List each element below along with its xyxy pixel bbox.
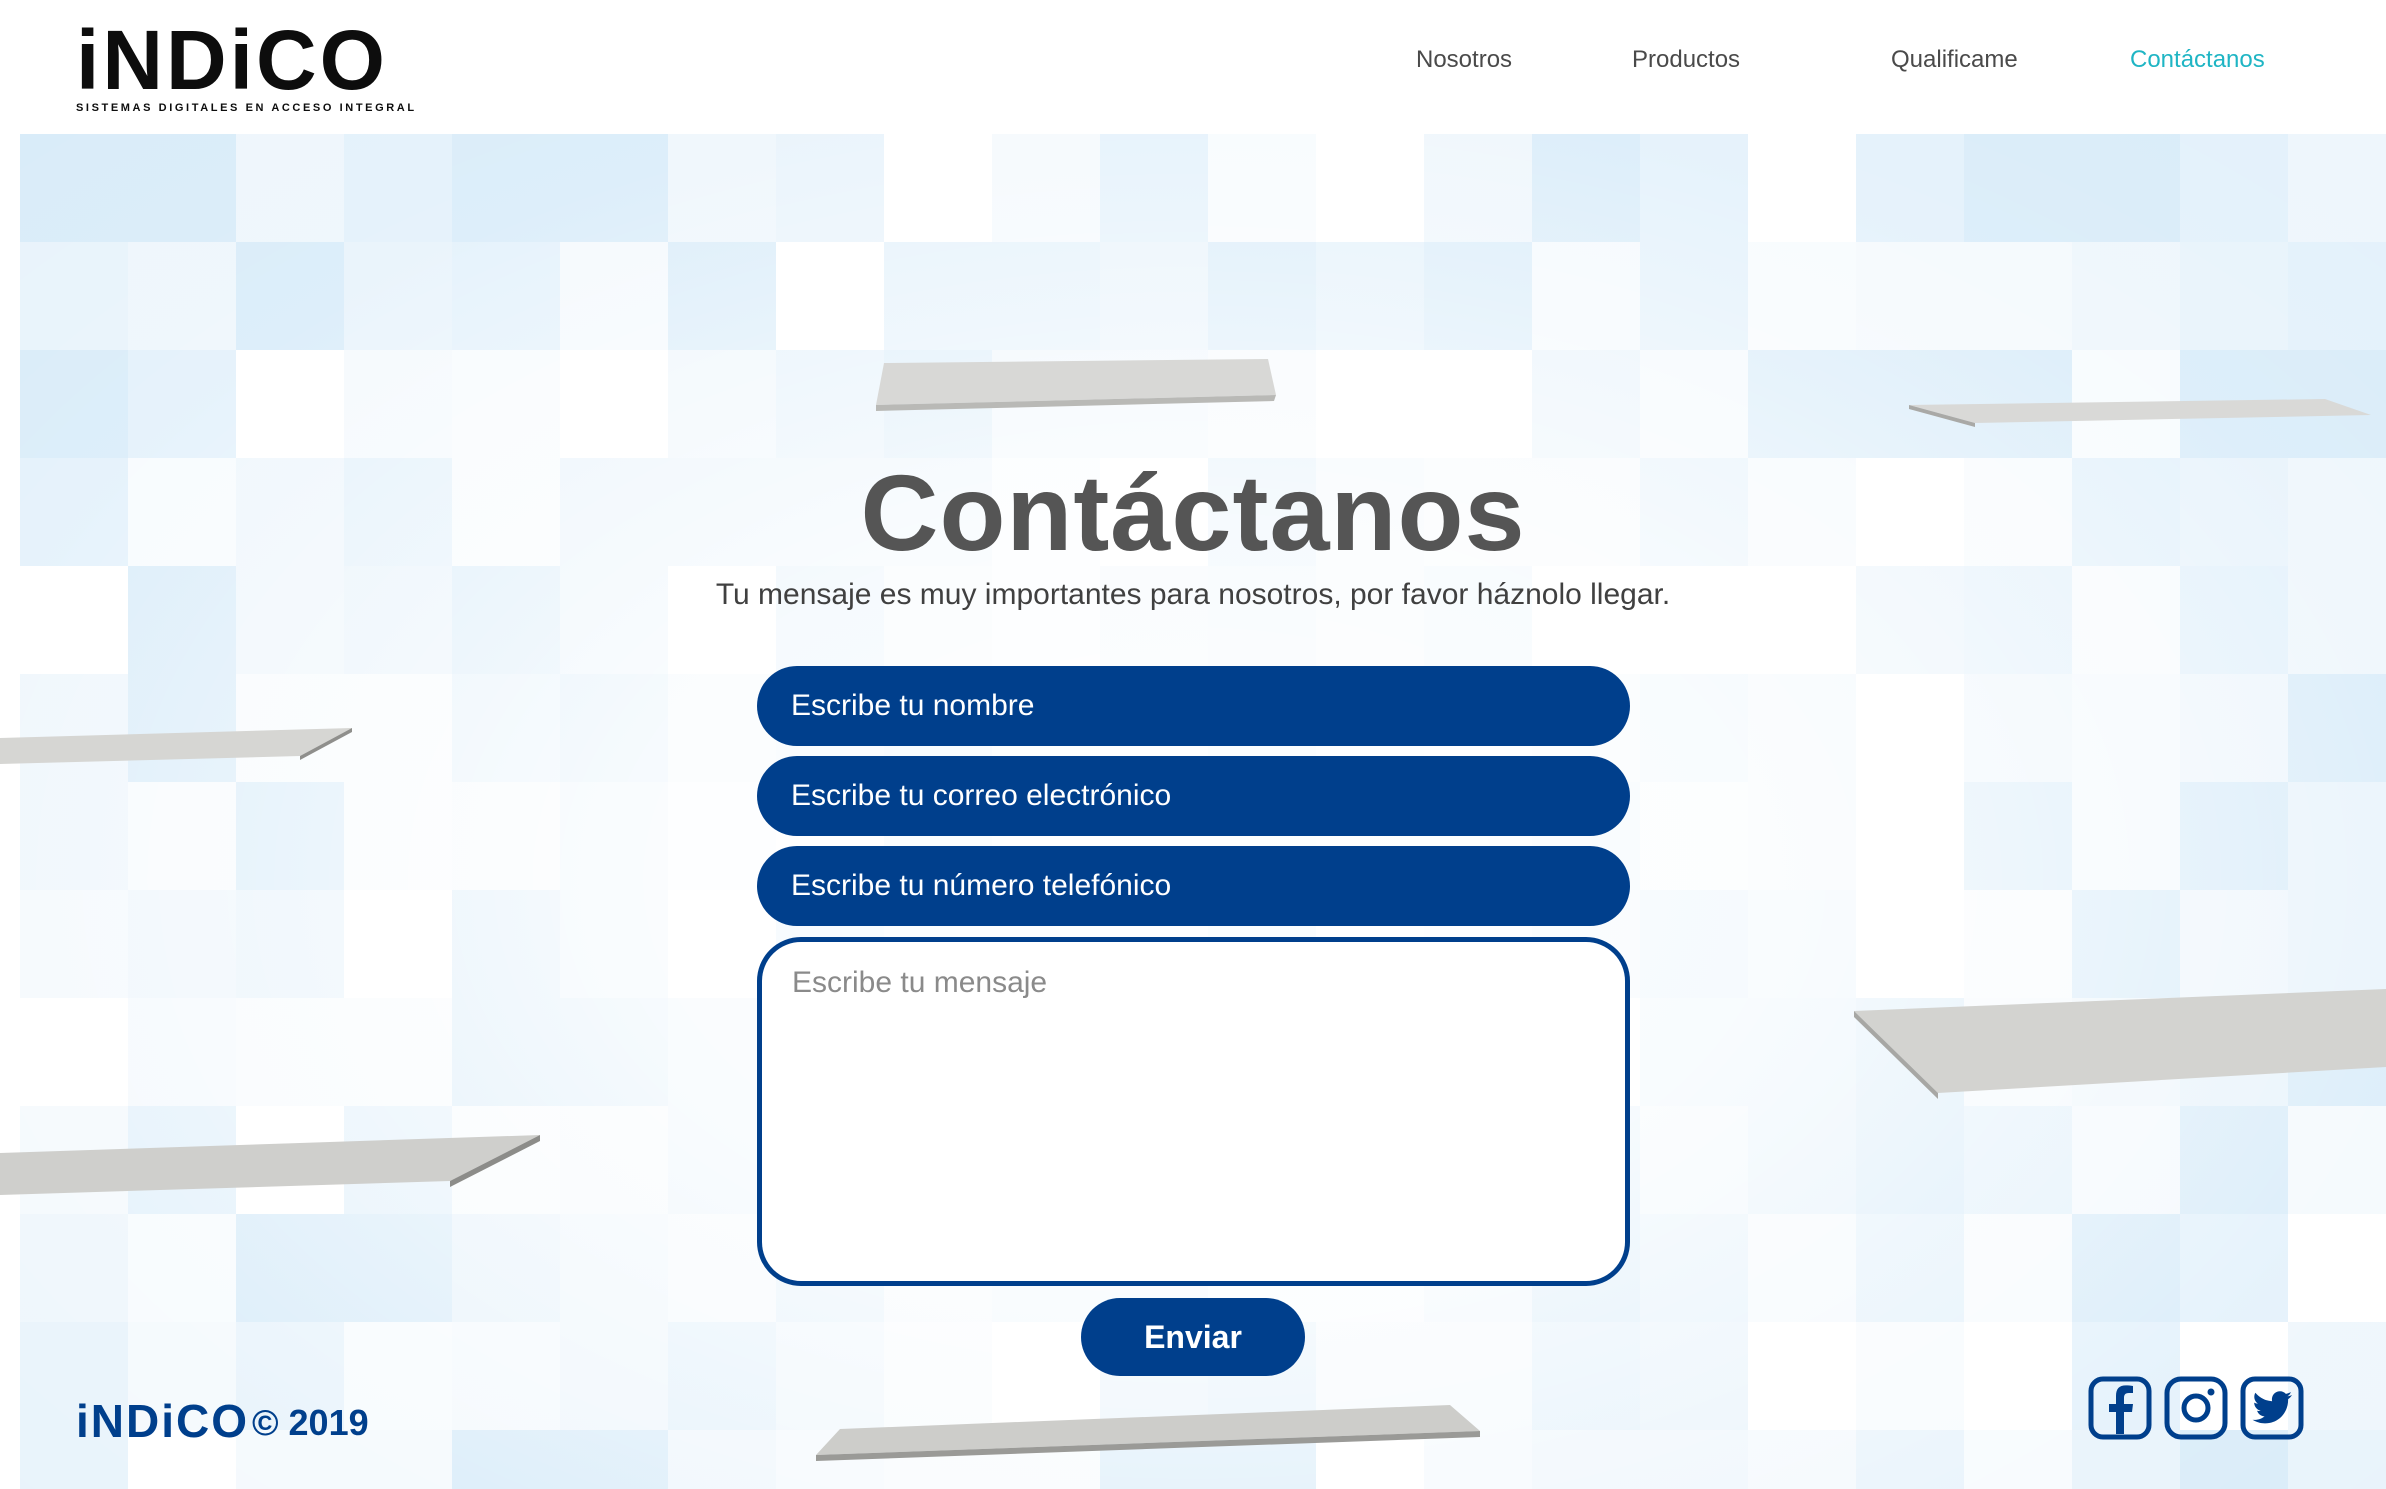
shelf-decoration — [876, 359, 1276, 411]
phone-input[interactable] — [757, 846, 1630, 926]
footer-logo: iNDiCO — [76, 1395, 249, 1447]
email-input[interactable] — [757, 756, 1630, 836]
name-input[interactable] — [757, 666, 1630, 746]
footer-copyright: © 2019 — [252, 1402, 369, 1443]
brand-logo[interactable]: iNDiCO SISTEMAS DIGITALES EN ACCESO INTE… — [76, 13, 417, 114]
twitter-icon[interactable] — [2240, 1376, 2304, 1440]
shelf-decoration — [816, 1405, 1480, 1461]
logo-tagline: SISTEMAS DIGITALES EN ACCESO INTEGRAL — [76, 102, 417, 114]
facebook-icon[interactable] — [2088, 1376, 2152, 1440]
page-subtitle: Tu mensaje es muy importantes para nosot… — [715, 578, 1671, 611]
message-textarea[interactable] — [757, 937, 1630, 1286]
send-button[interactable]: Enviar — [1081, 1298, 1305, 1376]
nav-item-qualificame[interactable]: Qualificame — [1891, 46, 2018, 74]
header: iNDiCO SISTEMAS DIGITALES EN ACCESO INTE… — [0, 0, 2386, 134]
instagram-icon[interactable] — [2164, 1376, 2228, 1440]
page-title: Contáctanos — [860, 452, 1526, 573]
shelf-decoration — [1854, 989, 2386, 1099]
nav-item-contactanos[interactable]: Contáctanos — [2130, 46, 2265, 74]
shelf-decoration — [0, 1135, 540, 1195]
shelf-decoration — [1909, 399, 2371, 427]
shelf-decoration — [0, 728, 352, 764]
nav-item-nosotros[interactable]: Nosotros — [1416, 46, 1512, 74]
nav-item-productos[interactable]: Productos — [1632, 46, 1740, 74]
logo-wordmark: iNDiCO — [76, 13, 388, 107]
